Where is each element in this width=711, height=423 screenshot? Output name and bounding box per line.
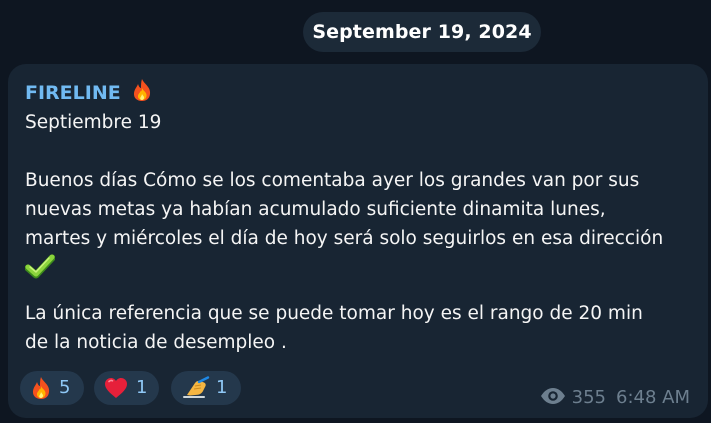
message-line: martes y miércoles el día de hoy será so… — [25, 228, 664, 249]
sender-name[interactable]: FIRELINE — [25, 82, 121, 104]
message-line: La única referencia que se puede tomar h… — [25, 303, 643, 324]
message-line: de la noticia de desempleo . — [25, 332, 287, 353]
reaction-count: 1 — [136, 377, 148, 398]
heart-icon — [105, 378, 127, 398]
eye-icon — [540, 388, 565, 404]
message-bubble[interactable]: FIRELINE Septiembre 19 Buenos días Cómo … — [8, 64, 708, 418]
reaction-count: 1 — [216, 377, 228, 398]
fire-icon — [32, 377, 50, 399]
reaction-writing-hand[interactable]: 1 — [171, 371, 241, 405]
message-time: 6:48 AM — [616, 387, 690, 408]
fire-icon — [134, 79, 151, 101]
view-count: 355 — [571, 387, 606, 408]
message-text: Septiembre 19 Buenos días Cómo se los co… — [25, 108, 685, 357]
check-mark-icon — [25, 254, 55, 279]
message-line: Septiembre 19 — [25, 112, 162, 133]
reaction-count: 5 — [59, 377, 71, 398]
reaction-heart[interactable]: 1 — [94, 371, 159, 405]
writing-hand-icon — [183, 376, 210, 398]
message-line: nuevas metas ya habían acumulado suficie… — [25, 199, 606, 220]
message-line: Buenos días Cómo se los comentaba ayer l… — [25, 170, 640, 191]
chat-view: September 19, 2024 FIRELINE Septiembre 1… — [0, 0, 711, 423]
date-separator[interactable]: September 19, 2024 — [303, 12, 541, 52]
message-sender[interactable]: FIRELINE — [25, 78, 153, 107]
message-meta: 355 6:48 AM — [540, 386, 690, 410]
reaction-fire[interactable]: 5 — [20, 371, 84, 405]
